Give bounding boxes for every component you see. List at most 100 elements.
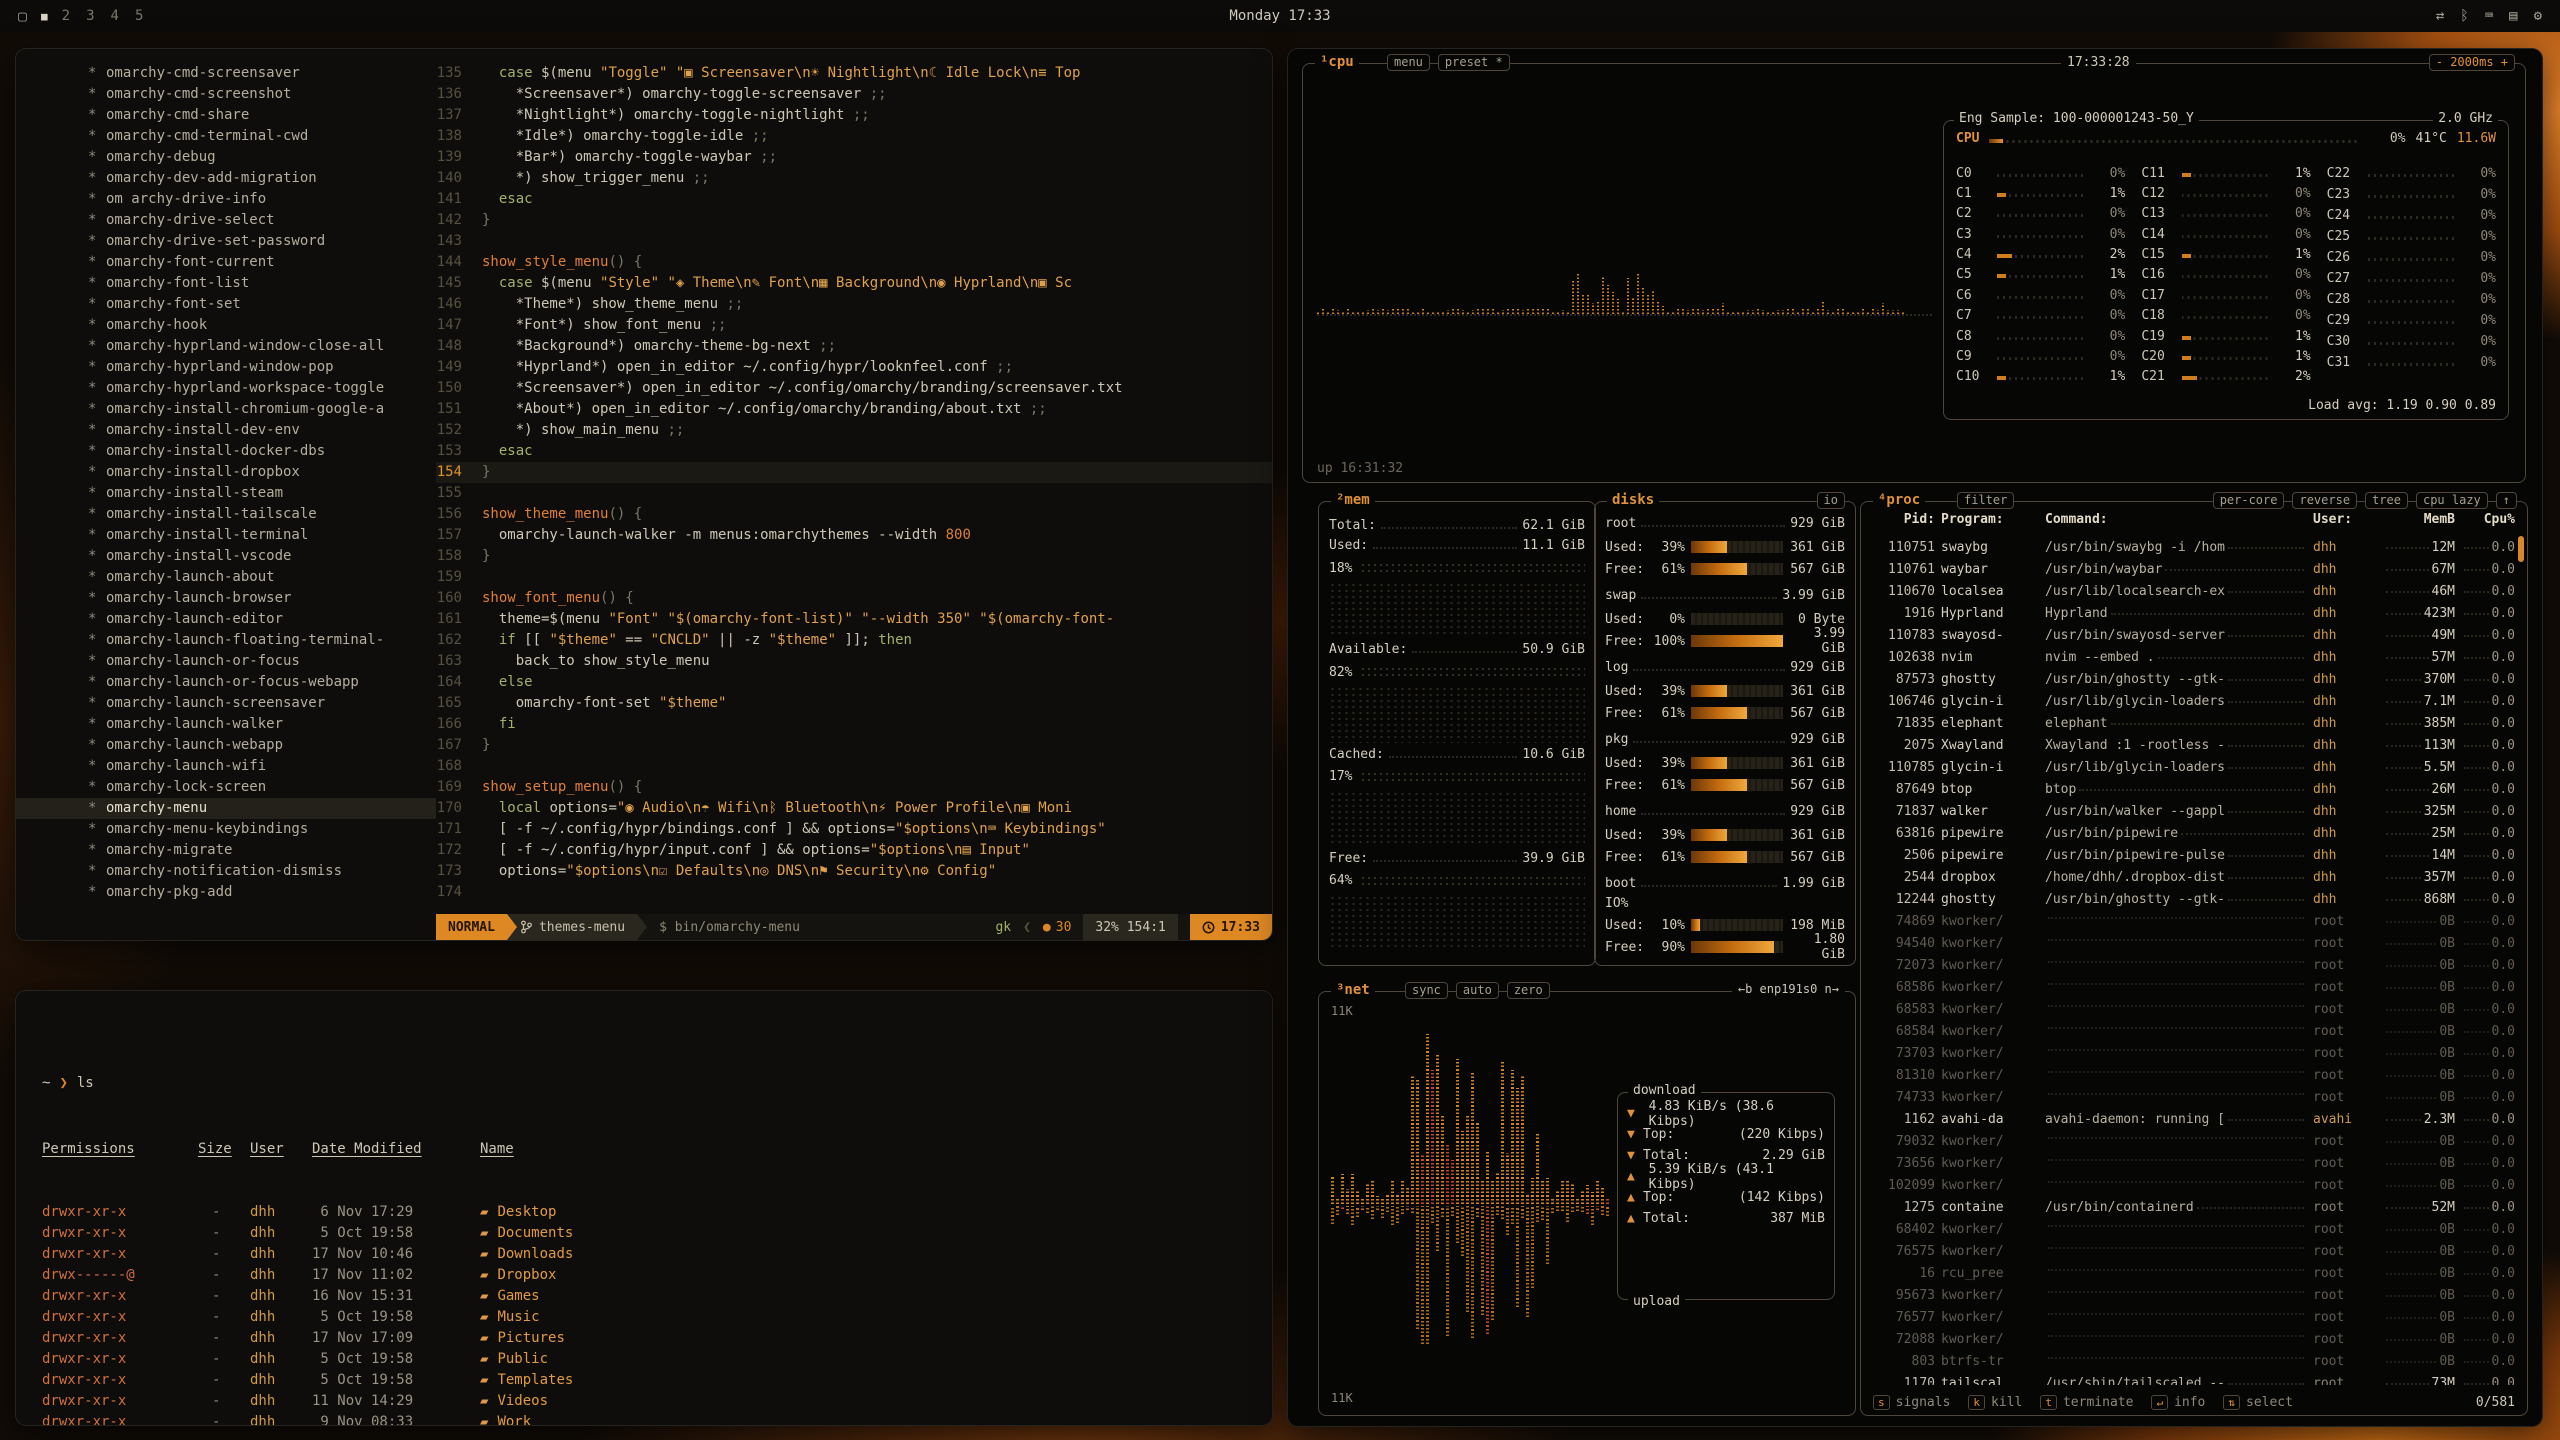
file-item[interactable]: *omarchy-install-dropbox [16,462,436,483]
button-zero[interactable]: zero [1507,982,1550,999]
button-reverse[interactable]: reverse [2292,492,2357,509]
proc-row[interactable]: 110751swaybg/usr/bin/swaybg -i /homdhh12… [1871,536,2515,558]
file-item[interactable]: *omarchy-install-tailscale [16,504,436,525]
file-item[interactable]: *omarchy-drive-select [16,210,436,231]
file-item[interactable]: *omarchy-menu-keybindings [16,819,436,840]
code-line[interactable]: 158} [436,546,1272,567]
file-item[interactable]: *omarchy-dev-add-migration [16,168,436,189]
bluetooth-icon[interactable]: ᛒ [2460,8,2468,24]
proc-row[interactable]: 102638nvimnvim --embed .dhh57M0.0 [1871,646,2515,668]
file-item[interactable]: *omarchy-menu [16,798,436,819]
code-line[interactable]: 164 else [436,672,1272,693]
io-mode-button[interactable]: io [1817,492,1845,509]
proc-row[interactable]: 1916HyprlandHyprlanddhh423M0.0 [1871,602,2515,624]
file-item[interactable]: *omarchy-launch-or-focus [16,651,436,672]
file-item[interactable]: *omarchy-font-current [16,252,436,273]
file-item[interactable]: *omarchy-launch-walker [16,714,436,735]
proc-row[interactable]: 87649btopbtopdhh26M0.0 [1871,778,2515,800]
button-filter[interactable]: filter [1957,492,2014,509]
code-line[interactable]: 138 *Idle*) omarchy-toggle-idle ;; [436,126,1272,147]
proc-row[interactable]: 2075XwaylandXwayland :1 -rootless -dhh11… [1871,734,2515,756]
footer-select[interactable]: ⇅select [2223,1395,2293,1410]
cpu-panel-title[interactable]: ¹cpu [1315,54,1359,70]
proc-row[interactable]: 87573ghostty/usr/bin/ghostty --gtk-dhh37… [1871,668,2515,690]
code-line[interactable]: 137 *Nightlight*) omarchy-toggle-nightli… [436,105,1272,126]
code-line[interactable]: 147 *Font*) show_font_menu ;; [436,315,1272,336]
folder-link[interactable]: ▰Downloads [480,1244,1272,1265]
proc-row[interactable]: 803btrfs-trroot0B0.0 [1871,1350,2515,1372]
code-line[interactable]: 165 omarchy-font-set "$theme" [436,693,1272,714]
proc-row[interactable]: 79032kworker/root0B0.0 [1871,1130,2515,1152]
code-line[interactable]: 148 *Background*) omarchy-theme-bg-next … [436,336,1272,357]
file-item[interactable]: *omarchy-font-set [16,294,436,315]
net-interface[interactable]: ←b enp191s0 n→ [1732,982,1845,997]
workspace-button[interactable]: 5 [135,8,143,24]
proc-row[interactable]: 110785glycin-i/usr/lib/glycin-loadersdhh… [1871,756,2515,778]
file-item[interactable]: *omarchy-cmd-terminal-cwd [16,126,436,147]
proc-panel-title[interactable]: ⁴proc [1873,492,1925,508]
code-line[interactable]: 152 *) show_main_menu ;; [436,420,1272,441]
file-item[interactable]: *omarchy-debug [16,147,436,168]
file-item[interactable]: *omarchy-cmd-share [16,105,436,126]
file-item[interactable]: *omarchy-launch-screensaver [16,693,436,714]
proc-row[interactable]: 68402kworker/root0B0.0 [1871,1218,2515,1240]
file-item[interactable]: *omarchy-install-chromium-google-a [16,399,436,420]
proc-column-header[interactable]: Command: [2045,512,2307,527]
proc-row[interactable]: 81310kworker/root0B0.0 [1871,1064,2515,1086]
file-item[interactable]: *omarchy-launch-or-focus-webapp [16,672,436,693]
folder-link[interactable]: ▰Games [480,1286,1272,1307]
footer-signals[interactable]: ssignals [1873,1395,1950,1410]
proc-row[interactable]: 16rcu_preeroot0B0.0 [1871,1262,2515,1284]
folder-link[interactable]: ▰Work [480,1412,1272,1425]
file-item[interactable]: *omarchy-install-terminal [16,525,436,546]
footer-kill[interactable]: kkill [1968,1395,2022,1410]
code-line[interactable]: 170 local options="◉ Audio\n☂ Wifi\nᛒ Bl… [436,798,1272,819]
workspace-button[interactable]: 2 [62,8,70,24]
code-line[interactable]: 168 [436,756,1272,777]
file-item[interactable]: *omarchy-launch-about [16,567,436,588]
file-item[interactable]: *omarchy-launch-webapp [16,735,436,756]
button-menu[interactable]: menu [1387,54,1430,71]
proc-row[interactable]: 110761waybar/usr/bin/waybardhh67M0.0 [1871,558,2515,580]
proc-row[interactable]: 74869kworker/root0B0.0 [1871,910,2515,932]
code-line[interactable]: 149 *Hyprland*) open_in_editor ~/.config… [436,357,1272,378]
code-line[interactable]: 150 *Screensaver*) open_in_editor ~/.con… [436,378,1272,399]
file-item[interactable]: *omarchy-pkg-add [16,882,436,903]
proc-row[interactable]: 1170tailscal/usr/sbin/tailscaled --root7… [1871,1372,2515,1385]
workspace-app-icon[interactable]: ▢ [18,7,27,25]
code-line[interactable]: 143 [436,231,1272,252]
proc-row[interactable]: 68583kworker/root0B0.0 [1871,998,2515,1020]
proc-row[interactable]: 102099kworker/root0B0.0 [1871,1174,2515,1196]
proc-row[interactable]: 72088kworker/root0B0.0 [1871,1328,2515,1350]
code-line[interactable]: 162 if [[ "$theme" == "CNCLD" || -z "$th… [436,630,1272,651]
file-item[interactable]: *omarchy-hook [16,315,436,336]
proc-row[interactable]: 95673kworker/root0B0.0 [1871,1284,2515,1306]
button--[interactable]: ↑ [2496,492,2517,509]
code-line[interactable]: 159 [436,567,1272,588]
file-item[interactable]: *omarchy-install-vscode [16,546,436,567]
button-per-core[interactable]: per-core [2213,492,2285,509]
file-item[interactable]: *omarchy-launch-browser [16,588,436,609]
code-line[interactable]: 145 case $(menu "Style" "◈ Theme\n✎ Font… [436,273,1272,294]
button-preset-[interactable]: preset * [1438,54,1510,71]
code-line[interactable]: 156show_theme_menu() { [436,504,1272,525]
proc-row[interactable]: 71835elephantelephantdhh385M0.0 [1871,712,2515,734]
mem-panel-title[interactable]: ²mem [1331,492,1375,508]
folder-link[interactable]: ▰Public [480,1349,1272,1370]
button-sync[interactable]: sync [1405,982,1448,999]
button-auto[interactable]: auto [1456,982,1499,999]
workspace-button[interactable]: 4 [111,8,119,24]
file-item[interactable]: *omarchy-hyprland-window-pop [16,357,436,378]
update-interval-control[interactable]: - 2000ms + [2429,54,2515,71]
proc-column-header[interactable]: Pid: [1871,512,1935,527]
code-line[interactable]: 171 [ -f ~/.config/hypr/bindings.conf ] … [436,819,1272,840]
file-item[interactable]: *omarchy-lock-screen [16,777,436,798]
disks-panel-title[interactable]: disks [1607,492,1659,508]
proc-row[interactable]: 68586kworker/root0B0.0 [1871,976,2515,998]
proc-row[interactable]: 2544dropbox/home/dhh/.dropbox-distdhh357… [1871,866,2515,888]
proc-row[interactable]: 72073kworker/root0B0.0 [1871,954,2515,976]
code-line[interactable]: 146 *Theme*) show_theme_menu ;; [436,294,1272,315]
folder-link[interactable]: ▰Pictures [480,1328,1272,1349]
button-tree[interactable]: tree [2365,492,2408,509]
code-line[interactable]: 167} [436,735,1272,756]
